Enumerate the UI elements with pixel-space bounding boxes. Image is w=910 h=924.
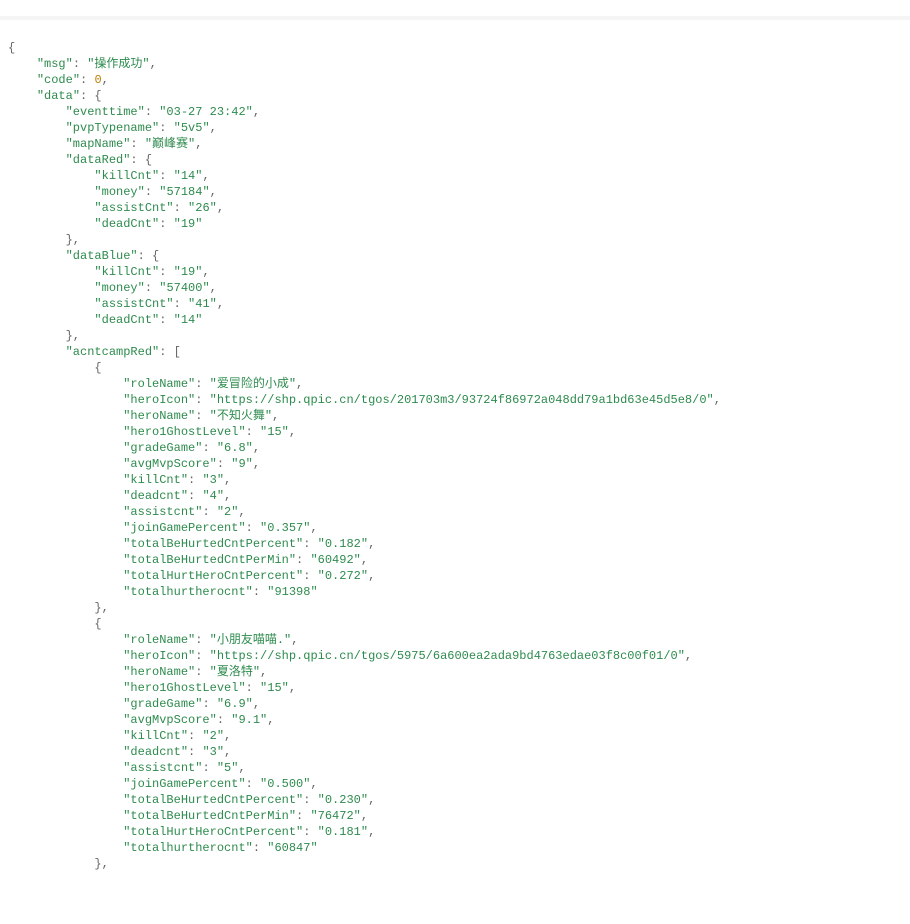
top-divider [0,16,910,20]
json-pretty-output: { "msg": "操作成功", "code": 0, "data": { "e… [8,40,902,872]
